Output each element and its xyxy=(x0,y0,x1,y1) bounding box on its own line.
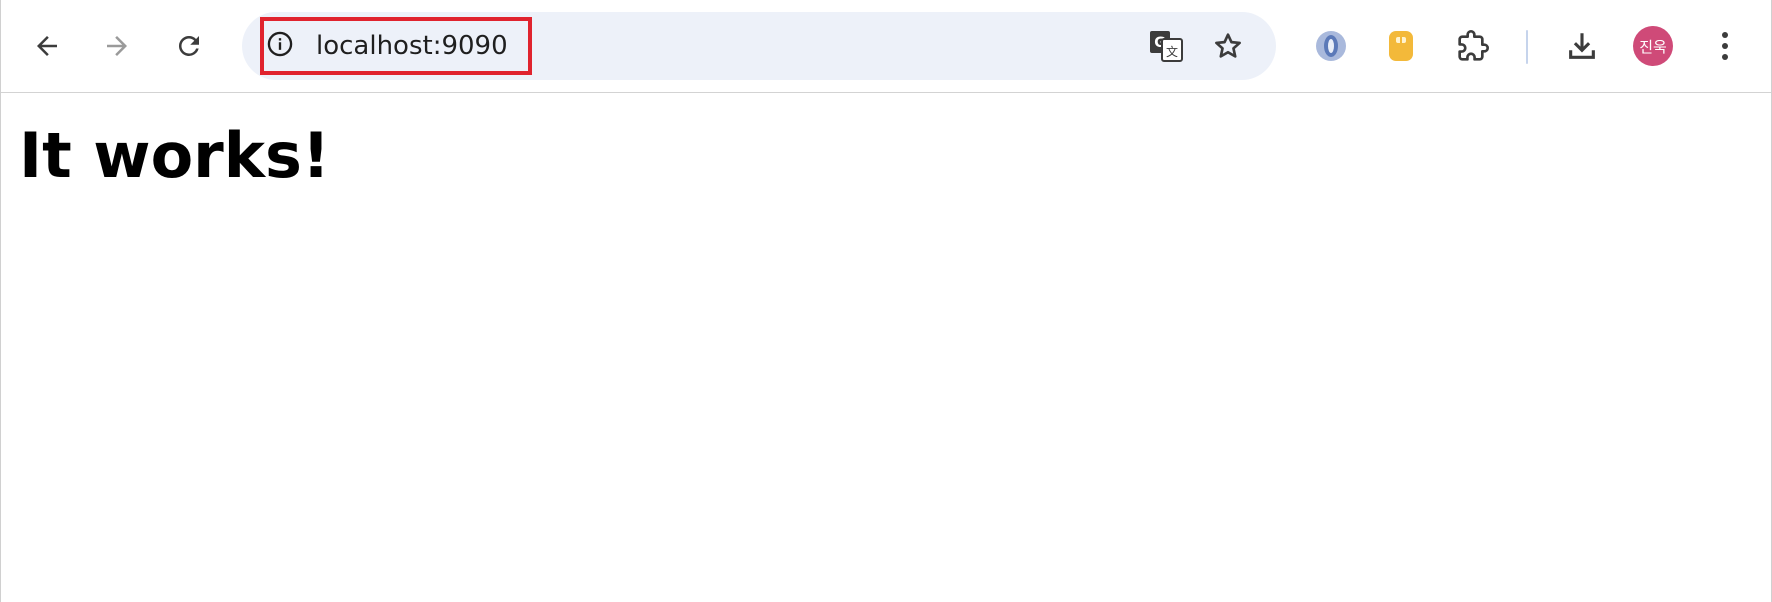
address-bar[interactable]: localhost:9090 G 文 xyxy=(242,12,1276,80)
arrow-right-icon xyxy=(102,31,132,61)
reload-button[interactable] xyxy=(165,22,213,70)
json-viewer-extension-icon xyxy=(1314,29,1348,63)
star-icon xyxy=(1212,30,1244,62)
info-icon xyxy=(266,30,294,62)
svg-text:文: 文 xyxy=(1166,44,1178,59)
translate-button[interactable]: G 文 xyxy=(1142,22,1190,70)
url-text[interactable]: localhost:9090 xyxy=(316,12,508,80)
toolbar-divider xyxy=(1526,30,1528,64)
puzzle-icon xyxy=(1457,30,1489,62)
extensions-button[interactable] xyxy=(1449,22,1497,70)
json-viewer-extension-button[interactable] xyxy=(1307,22,1355,70)
profile-avatar[interactable]: 진욱 xyxy=(1633,26,1673,66)
back-button[interactable] xyxy=(23,22,71,70)
bookmark-button[interactable] xyxy=(1204,22,1252,70)
browser-menu-button[interactable] xyxy=(1701,22,1749,70)
reload-icon xyxy=(174,31,204,61)
download-icon xyxy=(1565,29,1599,63)
browser-window: localhost:9090 G 文 진욱 It works! xyxy=(0,0,1772,602)
site-info-button[interactable] xyxy=(260,26,300,66)
arrow-left-icon xyxy=(32,31,62,61)
forward-button[interactable] xyxy=(93,22,141,70)
kebab-menu-icon xyxy=(1720,30,1730,62)
yellow-extension-button[interactable] xyxy=(1377,22,1425,70)
yellow-extension-icon xyxy=(1387,29,1415,63)
page-heading: It works! xyxy=(19,119,331,192)
browser-toolbar: localhost:9090 G 文 진욱 xyxy=(1,0,1771,93)
downloads-button[interactable] xyxy=(1558,22,1606,70)
translate-icon: G 文 xyxy=(1148,29,1184,63)
